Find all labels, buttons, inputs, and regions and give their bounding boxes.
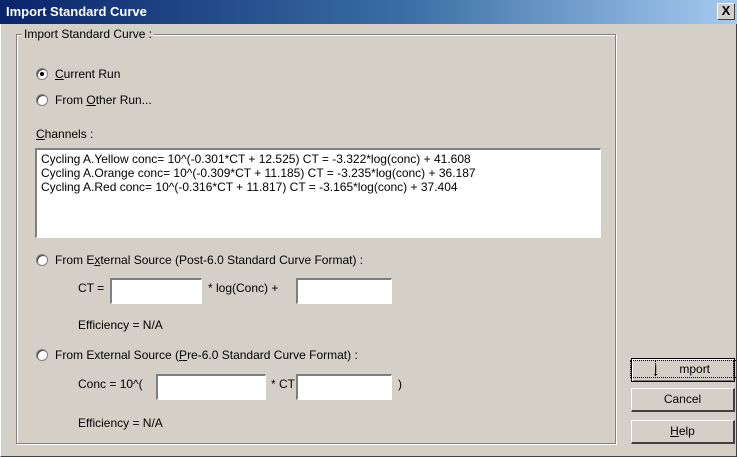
import-button[interactable]: Import (629, 358, 737, 382)
conc-equals-label: Conc = 10^( (78, 377, 143, 391)
post-efficiency-text: Efficiency = N/A (78, 318, 163, 332)
close-button[interactable]: X (717, 3, 735, 20)
radio-external-post-indicator[interactable] (36, 254, 48, 266)
channel-item[interactable]: Cycling A.Yellow conc= 10^(-0.301*CT + 1… (41, 152, 596, 166)
radio-external-post-label: From External Source (Post-6.0 Standard … (55, 253, 364, 267)
pre-slope-input[interactable] (156, 374, 266, 400)
help-button[interactable]: Help (631, 420, 735, 444)
radio-external-post[interactable]: From External Source (Post-6.0 Standard … (36, 253, 363, 267)
channels-listbox[interactable]: Cycling A.Yellow conc= 10^(-0.301*CT + 1… (35, 148, 601, 238)
channel-item[interactable]: Cycling A.Orange conc= 10^(-0.309*CT + 1… (41, 166, 596, 180)
import-button-label: Import (629, 360, 737, 378)
post-intercept-input[interactable] (296, 278, 392, 304)
close-icon: X (721, 3, 731, 18)
radio-current-run-label: Current Run (55, 67, 121, 81)
title-bar: Import Standard Curve X (0, 0, 737, 24)
dialog-body: Import Standard Curve : Current Run From… (0, 24, 737, 457)
channels-label: Channels : (36, 127, 94, 141)
close-paren-label: ) (398, 377, 402, 391)
radio-external-pre-label: From External Source (Pre-6.0 Standard C… (55, 348, 358, 362)
cancel-button[interactable]: Cancel (631, 388, 735, 412)
log-conc-label: * log(Conc) + (208, 281, 279, 295)
radio-external-pre-indicator[interactable] (36, 349, 48, 361)
pre-efficiency-text: Efficiency = N/A (78, 416, 163, 430)
radio-other-run[interactable]: From Other Run... (36, 93, 152, 107)
radio-current-run-indicator[interactable] (36, 68, 48, 80)
channel-item[interactable]: Cycling A.Red conc= 10^(-0.316*CT + 11.8… (41, 180, 596, 194)
group-legend: Import Standard Curve : (22, 27, 155, 41)
radio-other-run-indicator[interactable] (36, 94, 48, 106)
radio-other-run-label: From Other Run... (55, 93, 152, 107)
pre-intercept-input[interactable] (296, 374, 392, 400)
radio-current-run[interactable]: Current Run (36, 67, 120, 81)
ct-equals-label: CT = (78, 281, 105, 295)
window-title: Import Standard Curve (6, 4, 147, 19)
post-slope-input[interactable] (110, 278, 202, 304)
radio-external-pre[interactable]: From External Source (Pre-6.0 Standard C… (36, 348, 358, 362)
